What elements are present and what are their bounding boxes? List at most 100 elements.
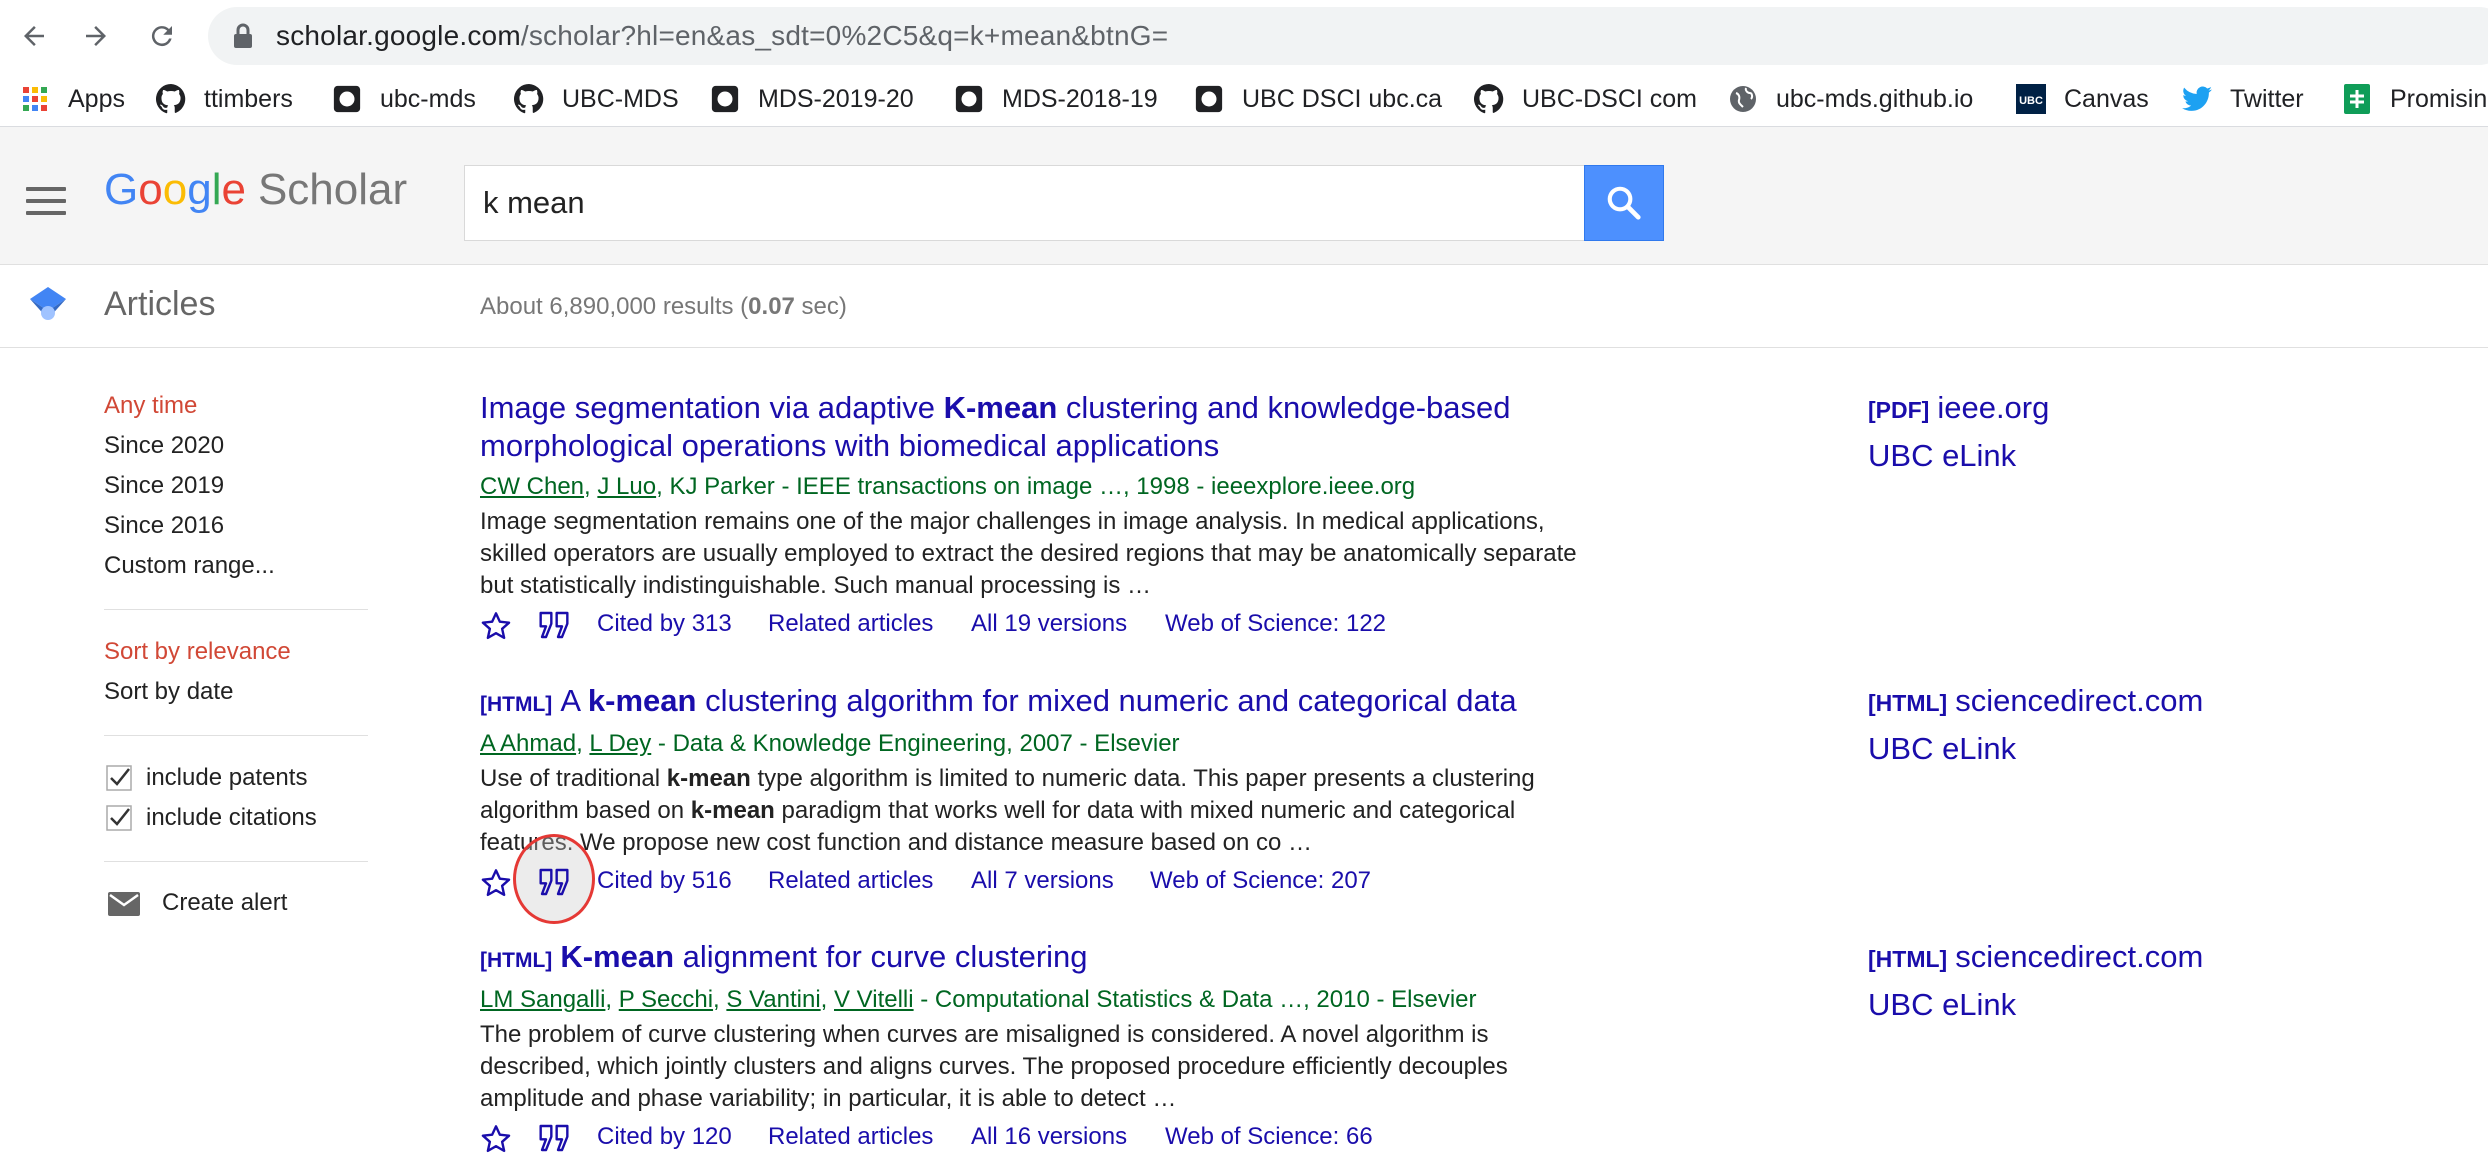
bookmark-UBC-MDS[interactable]: UBC-MDS xyxy=(514,72,679,126)
sidebar-divider xyxy=(104,735,368,736)
filter-since-2019[interactable]: Since 2019 xyxy=(104,472,224,500)
related-articles-link[interactable]: Related articles xyxy=(768,610,933,638)
web-of-science-link[interactable]: Web of Science: 207 xyxy=(1150,867,1371,895)
canvas-icon: UBC xyxy=(2016,84,2046,114)
save-star-icon[interactable] xyxy=(480,610,512,642)
bookmark-ubc-dsci-ubc[interactable]: UBC DSCI ubc.ca xyxy=(1194,72,1442,126)
cite-quote-icon[interactable] xyxy=(538,1123,570,1153)
bookmark-label: UBC-MDS xyxy=(562,84,679,113)
include-patents-checkbox[interactable] xyxy=(106,765,132,791)
result-title-link[interactable]: Image segmentation via adaptive K-mean c… xyxy=(480,389,1640,465)
github-icon xyxy=(1474,84,1504,114)
all-versions-link[interactable]: All 19 versions xyxy=(971,610,1127,638)
ubc-elink[interactable]: UBC eLink xyxy=(1868,987,2016,1023)
search-icon xyxy=(1607,186,1641,220)
bookmark-label: Promisin xyxy=(2390,84,2488,113)
github-icon xyxy=(514,84,544,114)
sort-by-date[interactable]: Sort by date xyxy=(104,678,233,706)
result-snippet: Use of traditional k-mean type algorithm… xyxy=(480,765,1535,856)
bookmarks-bar: Apps ttimbers ubc-mds UBC-MDS MDS-2019-2… xyxy=(0,72,2488,127)
create-alert-link[interactable]: Create alert xyxy=(162,889,287,917)
all-versions-link[interactable]: All 7 versions xyxy=(971,867,1114,895)
google-scholar-logo[interactable]: Google Scholar xyxy=(104,165,407,215)
html-source-link[interactable]: [HTML] sciencedirect.com xyxy=(1868,939,2203,975)
apps-grid-icon xyxy=(20,84,50,114)
results-count: About 6,890,000 results (0.07 sec) xyxy=(480,293,847,320)
cite-quote-icon[interactable] xyxy=(538,610,570,640)
bookmark-mds-2018-19[interactable]: MDS-2018-19 xyxy=(954,72,1158,126)
reload-icon[interactable] xyxy=(140,14,184,58)
author-link[interactable]: V Vitelli xyxy=(834,986,914,1013)
bookmark-apps[interactable]: Apps xyxy=(20,72,125,126)
author-link[interactable]: S Vantini xyxy=(726,986,820,1013)
envelope-icon xyxy=(108,892,140,916)
bookmark-twitter[interactable]: Twitter xyxy=(2182,72,2304,126)
result-authors: A Ahmad, L Dey - Data & Knowledge Engine… xyxy=(480,730,1180,757)
author-link[interactable]: CW Chen xyxy=(480,473,584,500)
github-icon xyxy=(954,84,984,114)
svg-text:UBC: UBC xyxy=(2019,95,2043,107)
bookmark-label: Canvas xyxy=(2064,84,2149,113)
author-link[interactable]: LM Sangalli xyxy=(480,986,605,1013)
filter-custom-range[interactable]: Custom range... xyxy=(104,552,275,580)
result-title-link[interactable]: [HTML] A k-mean clustering algorithm for … xyxy=(480,682,1640,724)
search-input[interactable] xyxy=(465,166,1584,240)
twitter-icon xyxy=(2182,84,2212,114)
result-authors: LM Sangalli, P Secchi, S Vantini, V Vite… xyxy=(480,986,1477,1013)
search-box xyxy=(464,165,1584,241)
lock-icon xyxy=(232,23,254,54)
scholar-header: Google Scholar xyxy=(0,127,2488,265)
cite-quote-icon[interactable] xyxy=(538,867,570,897)
related-articles-link[interactable]: Related articles xyxy=(768,1123,933,1151)
cited-by-link[interactable]: Cited by 313 xyxy=(597,610,732,638)
bookmark-label: UBC DSCI ubc.ca xyxy=(1242,84,1443,113)
bookmark-ubc-mds[interactable]: ubc-mds xyxy=(332,72,476,126)
sheets-icon xyxy=(2342,84,2372,114)
result-snippet: The problem of curve clustering when cur… xyxy=(480,1021,1508,1112)
ubc-elink[interactable]: UBC eLink xyxy=(1868,731,2016,767)
github-icon xyxy=(710,84,740,114)
save-star-icon[interactable] xyxy=(480,1123,512,1155)
bookmark-mds-2019-20[interactable]: MDS-2019-20 xyxy=(710,72,914,126)
author-link[interactable]: P Secchi xyxy=(619,986,713,1013)
bookmark-ubc-mds-github-io[interactable]: ubc-mds.github.io xyxy=(1728,72,1973,126)
bookmark-promisin[interactable]: Promisin xyxy=(2342,72,2487,126)
bookmark-label: ubc-mds xyxy=(380,84,476,113)
filter-since-2020[interactable]: Since 2020 xyxy=(104,432,224,460)
bookmark-label: Apps xyxy=(68,84,125,113)
back-arrow-icon[interactable] xyxy=(12,14,56,58)
filter-any-time[interactable]: Any time xyxy=(104,392,197,420)
section-bar: Articles About 6,890,000 results (0.07 s… xyxy=(0,265,2488,348)
result-title-link[interactable]: [HTML] K-mean alignment for curve cluster… xyxy=(480,938,1640,980)
pdf-source-link[interactable]: [PDF] ieee.org xyxy=(1868,390,2049,426)
result-snippet: Image segmentation remains one of the ma… xyxy=(480,508,1577,599)
author-link[interactable]: A Ahmad xyxy=(480,730,576,757)
html-source-link[interactable]: [HTML] sciencedirect.com xyxy=(1868,683,2203,719)
web-of-science-link[interactable]: Web of Science: 66 xyxy=(1165,1123,1373,1151)
include-citations-checkbox[interactable] xyxy=(106,805,132,831)
search-button[interactable] xyxy=(1584,165,1664,241)
web-of-science-link[interactable]: Web of Science: 122 xyxy=(1165,610,1386,638)
forward-arrow-icon[interactable] xyxy=(74,14,118,58)
address-bar[interactable]: scholar.google.com/scholar?hl=en&as_sdt=… xyxy=(208,7,2488,65)
author-link[interactable]: J Luo xyxy=(597,473,656,500)
url-text: scholar.google.com/scholar?hl=en&as_sdt=… xyxy=(276,20,1169,51)
sort-by-relevance[interactable]: Sort by relevance xyxy=(104,638,291,666)
sidebar-divider xyxy=(104,861,368,862)
bookmark-label: ttimbers xyxy=(204,84,293,113)
ubc-elink[interactable]: UBC eLink xyxy=(1868,438,2016,474)
cited-by-link[interactable]: Cited by 516 xyxy=(597,867,732,895)
menu-icon[interactable] xyxy=(26,187,66,223)
author-link[interactable]: L Dey xyxy=(589,730,651,757)
cited-by-link[interactable]: Cited by 120 xyxy=(597,1123,732,1151)
all-versions-link[interactable]: All 16 versions xyxy=(971,1123,1127,1151)
filter-since-2016[interactable]: Since 2016 xyxy=(104,512,224,540)
save-star-icon[interactable] xyxy=(480,867,512,899)
globe-icon xyxy=(1728,84,1758,114)
bookmark-label: UBC-DSCI com xyxy=(1522,84,1698,113)
section-title: Articles xyxy=(104,285,216,323)
related-articles-link[interactable]: Related articles xyxy=(768,867,933,895)
bookmark-canvas[interactable]: UBC Canvas xyxy=(2016,72,2149,126)
bookmark-ttimbers[interactable]: ttimbers xyxy=(156,72,293,126)
bookmark-ubc-dsci-com[interactable]: UBC-DSCI com xyxy=(1474,72,1697,126)
